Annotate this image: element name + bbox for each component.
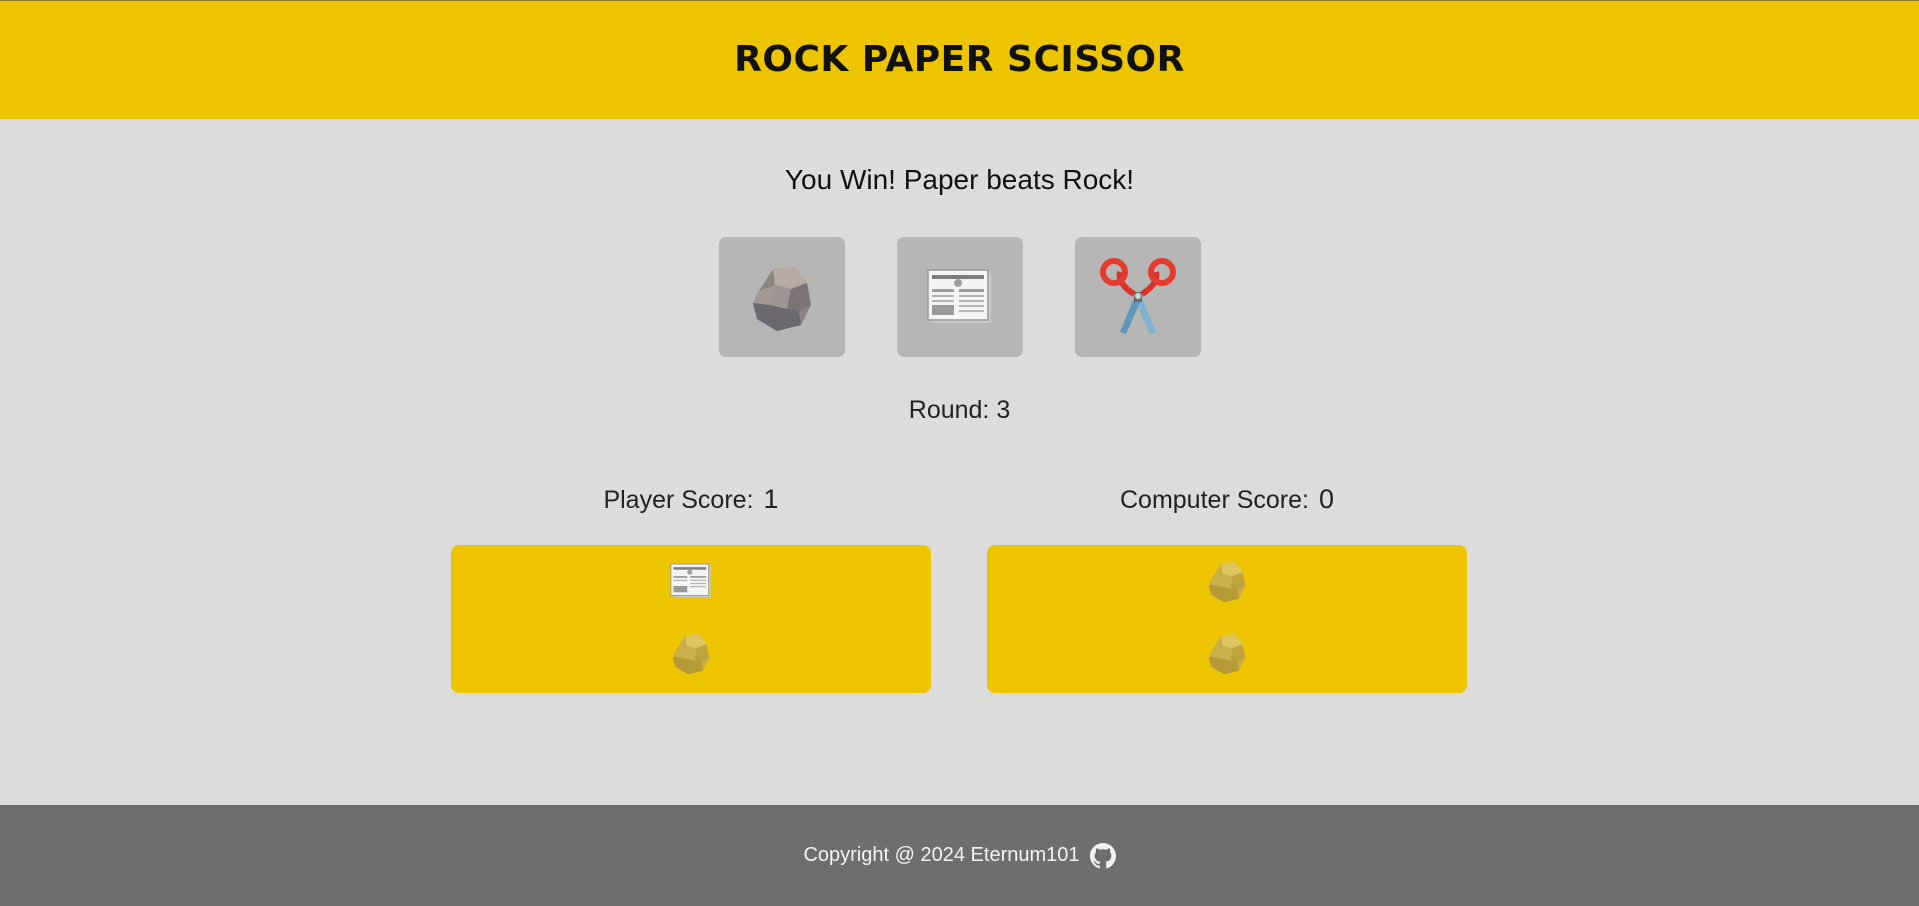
history-item (1205, 561, 1249, 605)
history-item (669, 633, 713, 677)
github-icon[interactable] (1089, 842, 1116, 869)
computer-history-panel (987, 545, 1467, 693)
computer-score-value: 0 (1318, 484, 1334, 514)
app-footer: Copyright @ 2024 Eternum101 (0, 805, 1919, 906)
newspaper-icon (925, 267, 995, 327)
paper-button[interactable] (897, 237, 1023, 357)
rock-button[interactable] (719, 237, 845, 357)
computer-score-label: Computer Score: (1120, 486, 1309, 514)
round-result-message: You Win! Paper beats Rock! (784, 164, 1135, 195)
rock-icon (669, 630, 713, 681)
choice-buttons (719, 237, 1201, 357)
newspaper-icon (669, 562, 713, 605)
player-history-panel (451, 545, 931, 693)
rock-icon (1205, 558, 1249, 609)
scissors-icon (1098, 258, 1178, 336)
history-item (669, 561, 713, 605)
app-header: ROCK PAPER SCISSOR (0, 0, 1919, 119)
player-score: Player Score: 1 (451, 484, 931, 515)
copyright-text: Copyright @ 2024 Eternum101 (803, 844, 1080, 866)
rock-icon (1205, 630, 1249, 681)
player-score-label: Player Score: (603, 486, 754, 514)
round-counter: Round: 3 (908, 396, 1011, 424)
player-score-value: 1 (763, 484, 779, 514)
rock-icon (747, 261, 817, 333)
history-item (1205, 633, 1249, 677)
page-title: ROCK PAPER SCISSOR (734, 38, 1185, 80)
computer-score: Computer Score: 0 (987, 484, 1467, 515)
scissor-button[interactable] (1075, 237, 1201, 357)
